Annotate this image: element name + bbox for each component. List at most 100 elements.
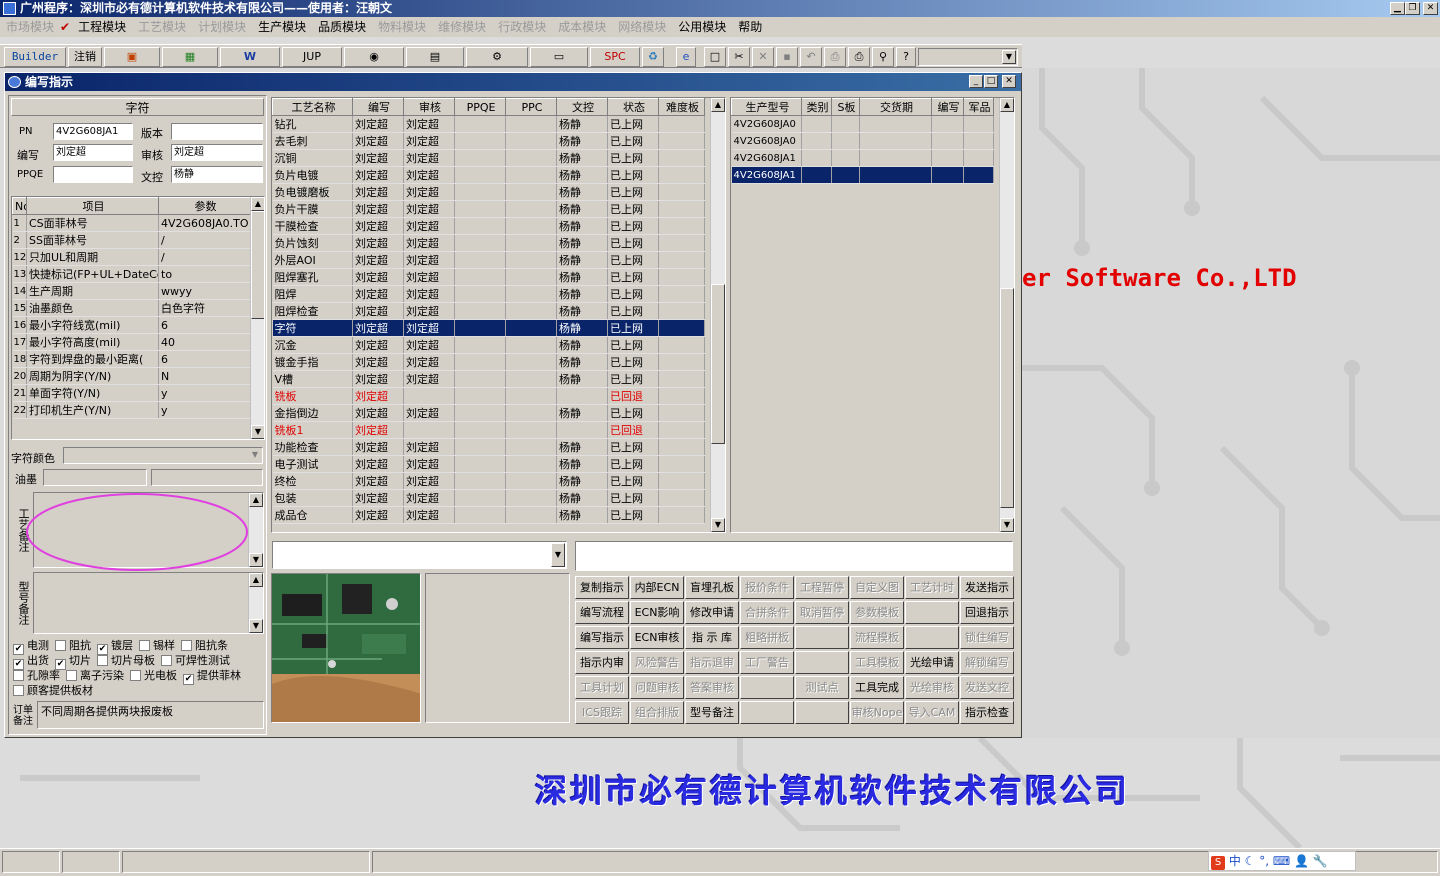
table-row[interactable]: 负电镀磨板 刘定超 刘定超 杨静 已上网 [272,183,705,201]
unchecked-box-icon[interactable] [13,685,24,696]
menu-item[interactable]: 维修模块 [432,17,492,37]
action-button[interactable]: 光绘申请 [905,651,959,674]
process-column-header[interactable]: 审核 [403,98,455,116]
action-button[interactable]: 粗略拼板 [740,626,794,649]
table-row[interactable]: 负片蚀刻 刘定超 刘定超 杨静 已上网 [272,234,705,252]
table-row[interactable]: 阻焊 刘定超 刘定超 杨静 已上网 [272,285,705,303]
help-icon[interactable]: ? [896,47,916,67]
undo-icon[interactable]: ↶ [800,47,822,67]
action-button[interactable]: 指 示 库 [685,626,739,649]
action-button[interactable]: 自定义图 [850,576,904,599]
option-checkbox[interactable]: ✔ 出货 [13,654,49,670]
table-row[interactable]: 阻焊塞孔 刘定超 刘定超 杨静 已上网 [272,268,705,286]
control-field[interactable]: 杨静 [171,166,263,183]
action-button[interactable]: ECN影响 [630,601,684,624]
table-row[interactable]: 4V2G608JA1 [731,149,994,167]
restore-icon[interactable]: ❐ [1405,2,1420,15]
params-grid[interactable]: No项目参数 1CS面菲林号4V2G608JA0.TO2SS面菲林号/12只加U… [11,196,265,440]
menu-item[interactable]: 成本模块 [552,17,612,37]
params-column-header[interactable]: 项目 [26,197,159,215]
action-button[interactable]: 指示内审 [575,651,629,674]
unchecked-box-icon[interactable] [66,670,77,681]
action-button[interactable]: 参数模板 [850,601,904,624]
model-column-header[interactable]: 类别 [801,98,832,116]
version-field[interactable] [171,123,263,140]
action-button[interactable]: 工具计划 [575,676,629,699]
table-row[interactable]: 沉铜 刘定超 刘定超 杨静 已上网 [272,149,705,167]
new-icon[interactable]: □ [704,47,726,67]
menu-item[interactable]: 物料模块 [372,17,432,37]
action-button[interactable]: 问题审核 [630,676,684,699]
action-button[interactable]: 流程模板 [850,626,904,649]
action-button[interactable]: 工厂警告 [740,651,794,674]
unchecked-box-icon[interactable] [161,655,172,666]
action-button[interactable]: 指示检查 [960,701,1014,724]
word-icon[interactable]: W [220,47,280,67]
action-button[interactable]: 审核Nope [850,701,904,724]
close-icon[interactable]: ✕ [1423,2,1438,15]
process-column-header[interactable]: PPQE [454,98,506,116]
computer-icon[interactable]: ▭ [530,47,588,67]
process-column-header[interactable]: 编写 [352,98,404,116]
action-button[interactable]: ECN审核 [630,626,684,649]
ink-field-2[interactable] [151,469,263,486]
model-note-textarea[interactable]: ▲ ▼ [33,572,264,634]
action-button[interactable]: 编写指示 [575,626,629,649]
action-button[interactable]: 组合排版 [630,701,684,724]
option-checkbox[interactable]: ✔ 镀层 [97,639,133,655]
table-row[interactable]: 终检 刘定超 刘定超 杨静 已上网 [272,472,705,490]
unchecked-box-icon[interactable] [13,670,24,681]
option-checkbox[interactable]: ✔ 电测 [13,639,49,655]
menu-item[interactable]: 工程模块 [72,17,132,37]
scroll-thumb[interactable] [711,284,725,444]
save-icon[interactable]: ▪ [776,47,798,67]
table-row[interactable]: 干膜检查 刘定超 刘定超 杨静 已上网 [272,217,705,235]
scroll-up-icon[interactable]: ▲ [249,573,263,587]
table-row[interactable]: 1 CS面菲林号 4V2G608JA0.TO [12,214,251,232]
action-button[interactable]: 盲埋孔板 [685,576,739,599]
table-row[interactable]: 沉金 刘定超 刘定超 杨静 已上网 [272,336,705,354]
menu-item[interactable]: 市场模块 [0,17,60,37]
table-row[interactable]: 去毛刺 刘定超 刘定超 杨静 已上网 [272,132,705,150]
action-button[interactable]: ICS跟踪 [575,701,629,724]
table-row[interactable]: 4V2G608JA0 [731,132,994,150]
pn-field[interactable]: 4V2G608JA1 [53,123,133,140]
table-row[interactable]: 负片干膜 刘定超 刘定超 杨静 已上网 [272,200,705,218]
action-button[interactable]: 解锁编写 [960,651,1014,674]
scroll-up-icon[interactable]: ▲ [251,197,264,211]
process-column-header[interactable]: 状态 [607,98,659,116]
action-button[interactable]: 导入CAM [905,701,959,724]
powerpoint-icon[interactable]: ▣ [104,47,160,67]
scroll-down-icon[interactable]: ▼ [251,425,264,439]
sogou-icon[interactable]: S [1211,856,1225,870]
table-row[interactable]: 21 单面字符(Y/N) y [12,384,251,402]
scroll-down-icon[interactable]: ▼ [1000,518,1014,532]
bottom-combo[interactable] [272,541,567,569]
action-button[interactable]: 发送文控 [960,676,1014,699]
table-row[interactable]: 铣板1 刘定超 已回退 [272,421,705,439]
table-row[interactable]: 12 只加UL和周期 / [12,248,251,266]
table-row[interactable]: 4V2G608JA1 [731,166,994,184]
table-row[interactable]: 20 周期为阴字(Y/N) N [12,367,251,385]
table-row[interactable]: 字符 刘定超 刘定超 杨静 已上网 [272,319,705,337]
table-row[interactable]: 17 最小字符高度(mil) 40 [12,333,251,351]
table-row[interactable]: 4V2G608JA0 [731,115,994,133]
eye-icon[interactable]: ◉ [344,47,404,67]
option-checkbox[interactable]: 可焊性测试 [161,654,230,667]
option-checkbox[interactable]: 光电板 [130,669,177,682]
option-checkbox[interactable]: 孔隙率 [13,669,60,682]
model-column-header[interactable]: 军品 [963,98,994,116]
toolbar-combo[interactable]: ▼ [918,48,1018,66]
option-checkbox[interactable]: 顾客提供板材 [13,684,93,697]
option-checkbox[interactable]: ✔ 提供菲林 [183,669,241,685]
option-checkbox[interactable]: 阻抗条 [181,639,228,652]
scroll-thumb[interactable] [1000,288,1014,508]
model-column-header[interactable]: 生产型号 [731,98,802,116]
action-button[interactable]: 合拼条件 [740,601,794,624]
table-row[interactable]: 包装 刘定超 刘定超 杨静 已上网 [272,489,705,507]
chevron-down-icon[interactable]: ▼ [1002,50,1016,64]
process-grid[interactable]: 工艺名称 编写 审核 PPQE PPC 文控 状态 难度板 钻孔 刘定超 刘定超 杨静 已上网 去毛刺刘… [271,97,726,533]
action-button[interactable] [740,676,794,699]
unchecked-box-icon[interactable] [97,655,108,666]
action-button[interactable] [905,626,959,649]
